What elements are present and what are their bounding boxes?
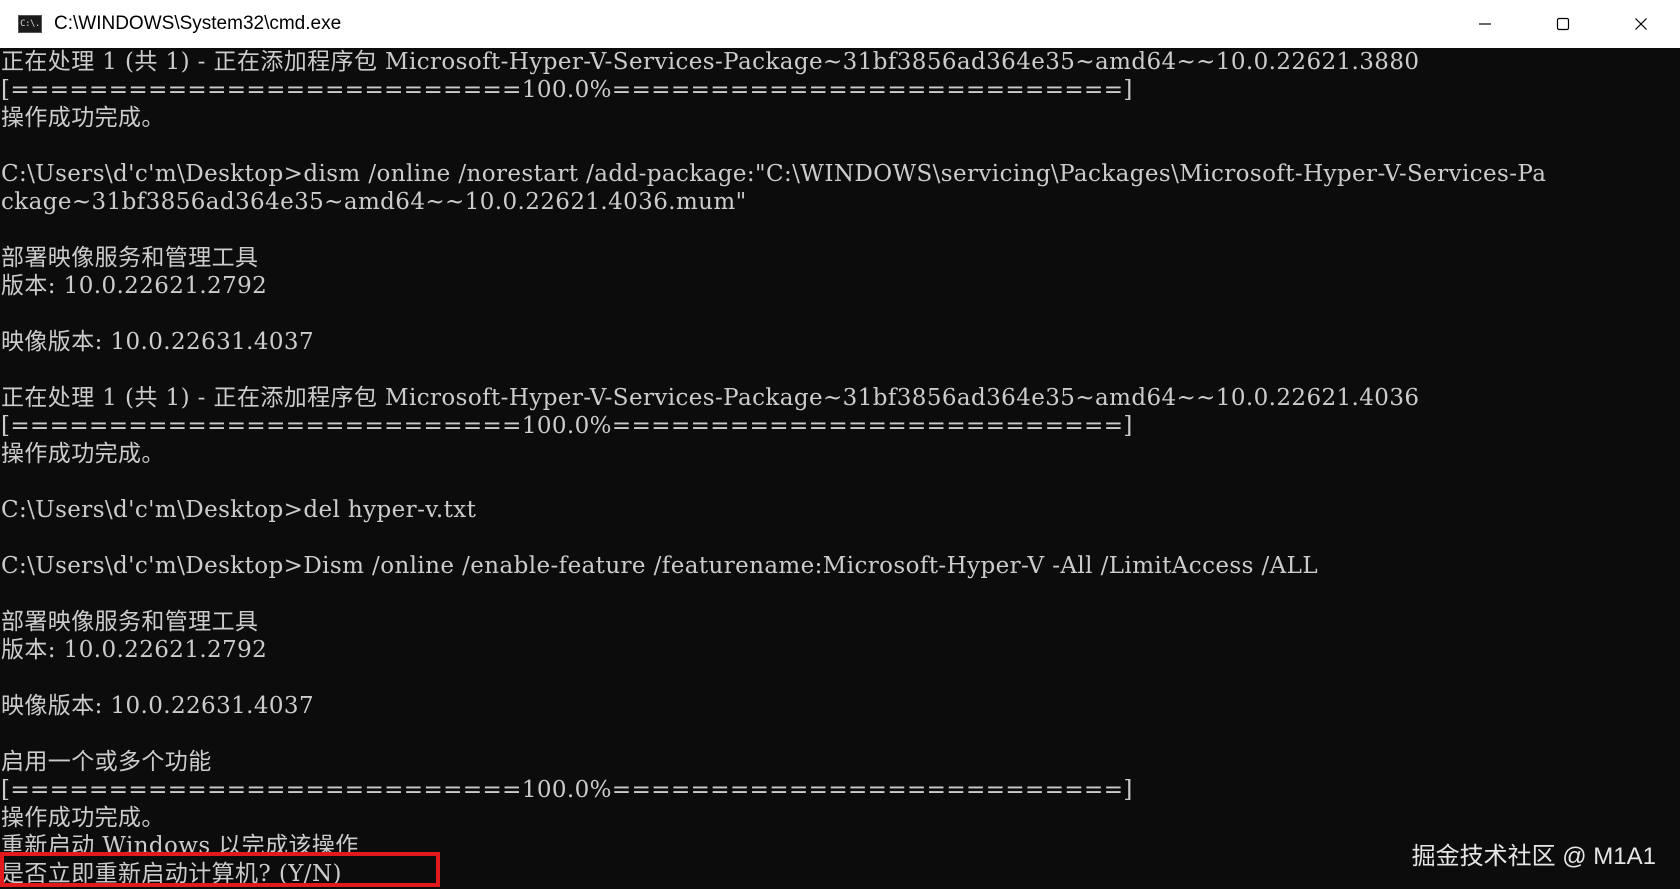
close-icon [1635,18,1647,30]
cmd-app-icon[interactable]: C:\. [18,15,42,33]
title-bar[interactable]: C:\. C:\WINDOWS\System32\cmd.exe [0,0,1680,48]
console-line: C:\Users\d'c'm\Desktop>dism /online /nor… [1,161,1547,187]
console-line: C:\Users\d'c'm\Desktop>Dism /online /ena… [1,553,1319,579]
console-line: 部署映像服务和管理工具 [1,609,259,635]
console-line: 操作成功完成。 [1,805,165,831]
window-title: C:\WINDOWS\System32\cmd.exe [54,13,342,34]
minimize-icon [1479,23,1491,25]
cmd-window: C:\. C:\WINDOWS\System32\cmd.exe 正在处理 1 [0,0,1680,889]
console-line: 正在处理 1 (共 1) - 正在添加程序包 Microsoft-Hyper-V… [1,49,1420,75]
console-line: 映像版本: 10.0.22631.4037 [1,329,314,355]
window-controls [1446,0,1680,48]
console-line: [==========================100.0%=======… [1,413,1133,439]
maximize-button[interactable] [1524,0,1602,48]
maximize-icon [1556,17,1570,31]
minimize-button[interactable] [1446,0,1524,48]
console-line: [==========================100.0%=======… [1,777,1133,803]
console-line: [==========================100.0%=======… [1,77,1133,103]
console-line: C:\Users\d'c'm\Desktop>del hyper-v.txt [1,497,477,523]
close-button[interactable] [1602,0,1680,48]
console-line: 正在处理 1 (共 1) - 正在添加程序包 Microsoft-Hyper-V… [1,385,1420,411]
watermark: 掘金技术社区 @ M1A1 [1411,843,1656,870]
console-line: 版本: 10.0.22621.2792 [1,273,268,299]
console-line: 操作成功完成。 [1,441,165,467]
console-line: 操作成功完成。 [1,105,165,131]
console-line: ckage~31bf3856ad364e35~amd64~~10.0.22621… [1,189,747,215]
console-line: 部署映像服务和管理工具 [1,245,259,271]
console-line: 启用一个或多个功能 [1,749,212,775]
console-line: 版本: 10.0.22621.2792 [1,637,268,663]
console-line: 映像版本: 10.0.22631.4037 [1,693,314,719]
console-output[interactable]: 正在处理 1 (共 1) - 正在添加程序包 Microsoft-Hyper-V… [0,48,1680,889]
